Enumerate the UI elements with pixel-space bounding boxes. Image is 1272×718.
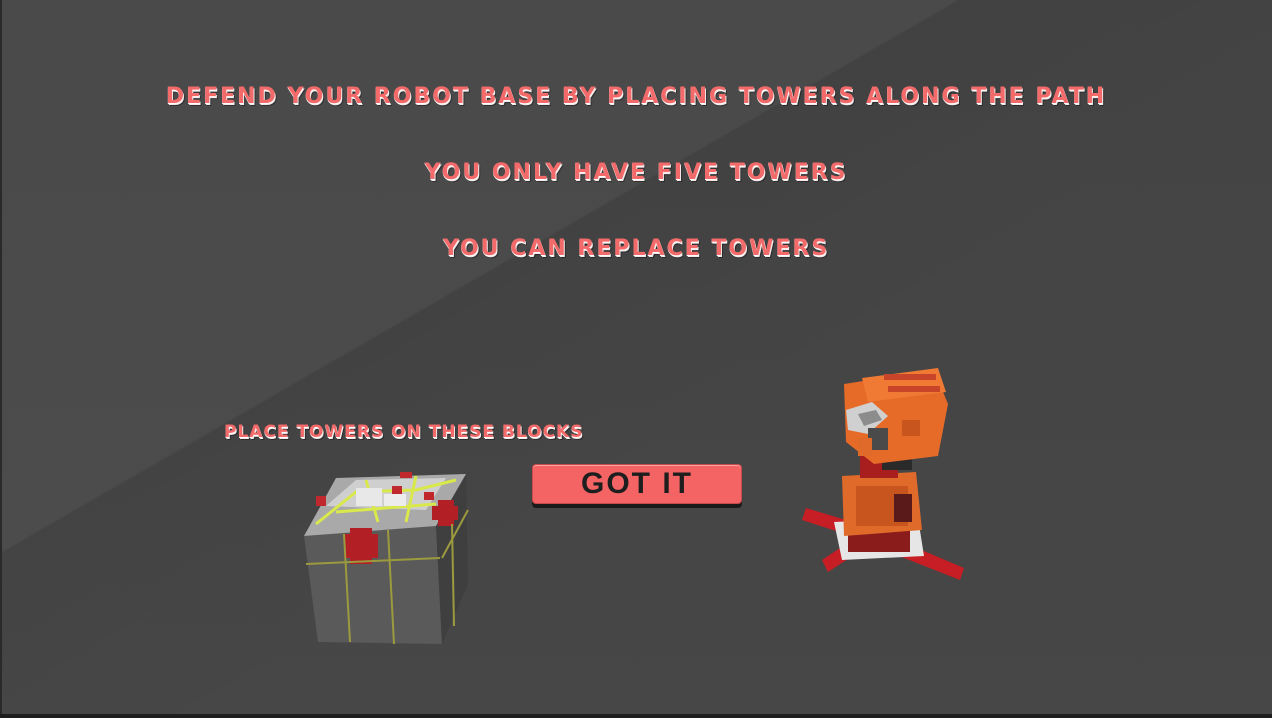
robot-tower-icon — [798, 360, 968, 586]
got-it-button[interactable]: GOT IT — [532, 464, 742, 504]
tutorial-screen: Defend your robot base by placing towers… — [0, 0, 1272, 718]
place-towers-label: Place towers on these blocks — [224, 422, 584, 442]
tutorial-line-replace: You can replace towers — [442, 236, 830, 261]
tutorial-line-defend: Defend your robot base by placing towers… — [165, 84, 1107, 109]
tutorial-line-five-towers: You only have five towers — [424, 160, 848, 185]
tower-block-icon — [296, 466, 476, 648]
got-it-button-label: GOT IT — [581, 467, 693, 500]
window-edge-bottom — [0, 714, 1272, 718]
